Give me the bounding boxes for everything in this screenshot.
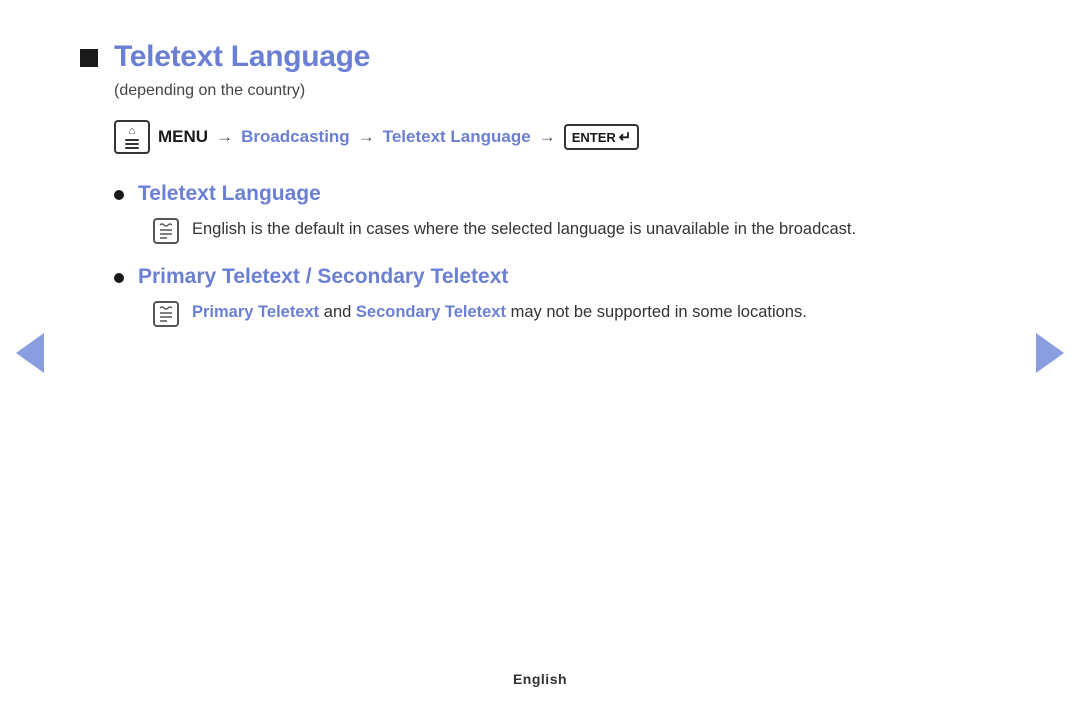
bullet-dot-1: [114, 190, 124, 200]
note-row-1: English is the default in cases where th…: [152, 216, 1000, 245]
title-square-icon: [80, 49, 98, 67]
enter-icon: ENTER↵: [564, 124, 640, 150]
menu-path: ⌂ MENU → Broadcasting → Teletext Languag…: [114, 120, 1000, 154]
bullet-dot-2: [114, 273, 124, 283]
bullet-title-2: Primary Teletext / Secondary Teletext: [138, 265, 508, 289]
page-container: Teletext Language (depending on the coun…: [0, 0, 1080, 705]
bullet-section-2: Primary Teletext / Secondary Teletext Pr…: [114, 265, 1000, 328]
footer-language: English: [513, 671, 567, 687]
bullet-section-1: Teletext Language English is the default…: [114, 182, 1000, 245]
note-text-2: Primary Teletext and Secondary Teletext …: [192, 299, 807, 325]
bullet-row-2: Primary Teletext / Secondary Teletext: [114, 265, 1000, 289]
enter-arrow-icon: ↵: [619, 128, 632, 146]
nav-left-button[interactable]: [16, 333, 44, 373]
arrow-3: →: [539, 127, 556, 147]
note-text-1: English is the default in cases where th…: [192, 216, 856, 242]
note-icon-1: [152, 217, 180, 245]
menu-label: MENU: [158, 127, 208, 147]
page-title: Teletext Language: [114, 40, 370, 74]
note-icon-2: [152, 300, 180, 328]
primary-teletext-highlight: Primary Teletext: [192, 303, 319, 321]
teletext-language-link[interactable]: Teletext Language: [383, 127, 531, 147]
nav-right-button[interactable]: [1036, 333, 1064, 373]
enter-label: ENTER: [572, 130, 616, 145]
menu-icon: ⌂: [114, 120, 150, 154]
bullet-row-1: Teletext Language: [114, 182, 1000, 206]
note-row-2: Primary Teletext and Secondary Teletext …: [152, 299, 1000, 328]
secondary-teletext-highlight: Secondary Teletext: [356, 303, 506, 321]
bullet-title-1: Teletext Language: [138, 182, 321, 206]
broadcasting-link[interactable]: Broadcasting: [241, 127, 350, 147]
arrow-2: →: [358, 127, 375, 147]
title-row: Teletext Language: [80, 40, 1000, 74]
arrow-1: →: [216, 127, 233, 147]
subtitle: (depending on the country): [114, 82, 1000, 100]
